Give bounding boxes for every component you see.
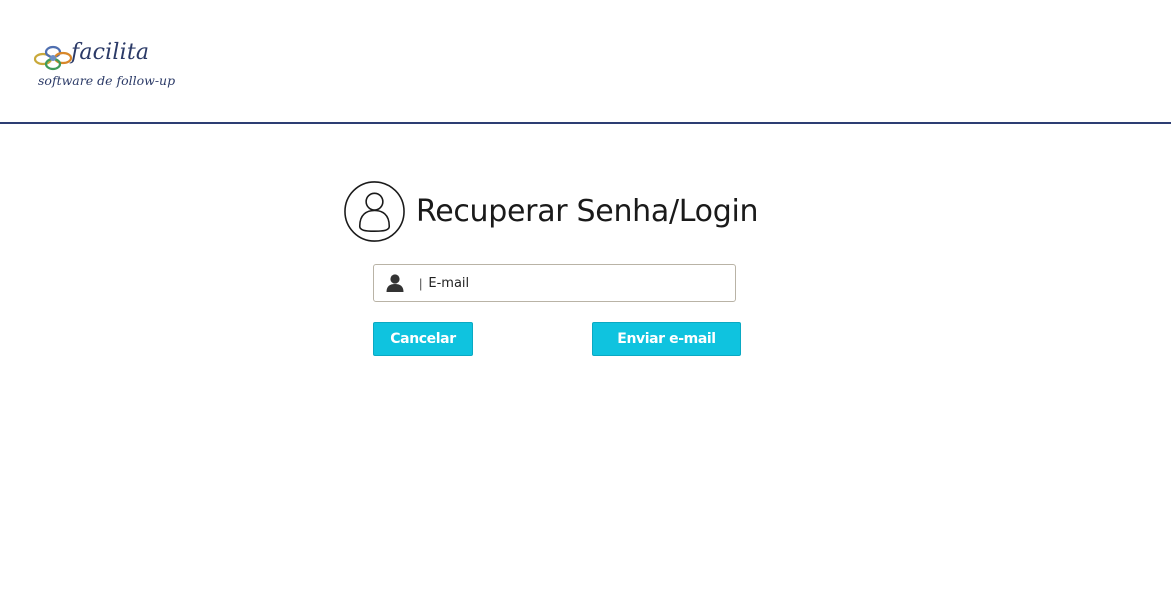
page-title-row: Recuperar Senha/Login — [343, 179, 759, 243]
field-separator: | — [419, 275, 423, 291]
logo[interactable]: facilita software de follow-up — [33, 40, 183, 96]
cancel-button[interactable]: Cancelar — [373, 322, 473, 356]
user-circle-icon — [344, 180, 405, 242]
logo-tagline: software de follow-up — [38, 73, 176, 88]
header: facilita software de follow-up — [0, 0, 1171, 124]
email-input[interactable] — [428, 268, 709, 298]
logo-mark-icon — [33, 45, 73, 71]
page-title: Recuperar Senha/Login — [416, 193, 759, 229]
send-email-button[interactable]: Enviar e-mail — [592, 322, 741, 356]
email-field-container[interactable]: | — [373, 264, 736, 302]
user-icon — [386, 274, 404, 292]
logo-name: facilita — [71, 40, 150, 65]
